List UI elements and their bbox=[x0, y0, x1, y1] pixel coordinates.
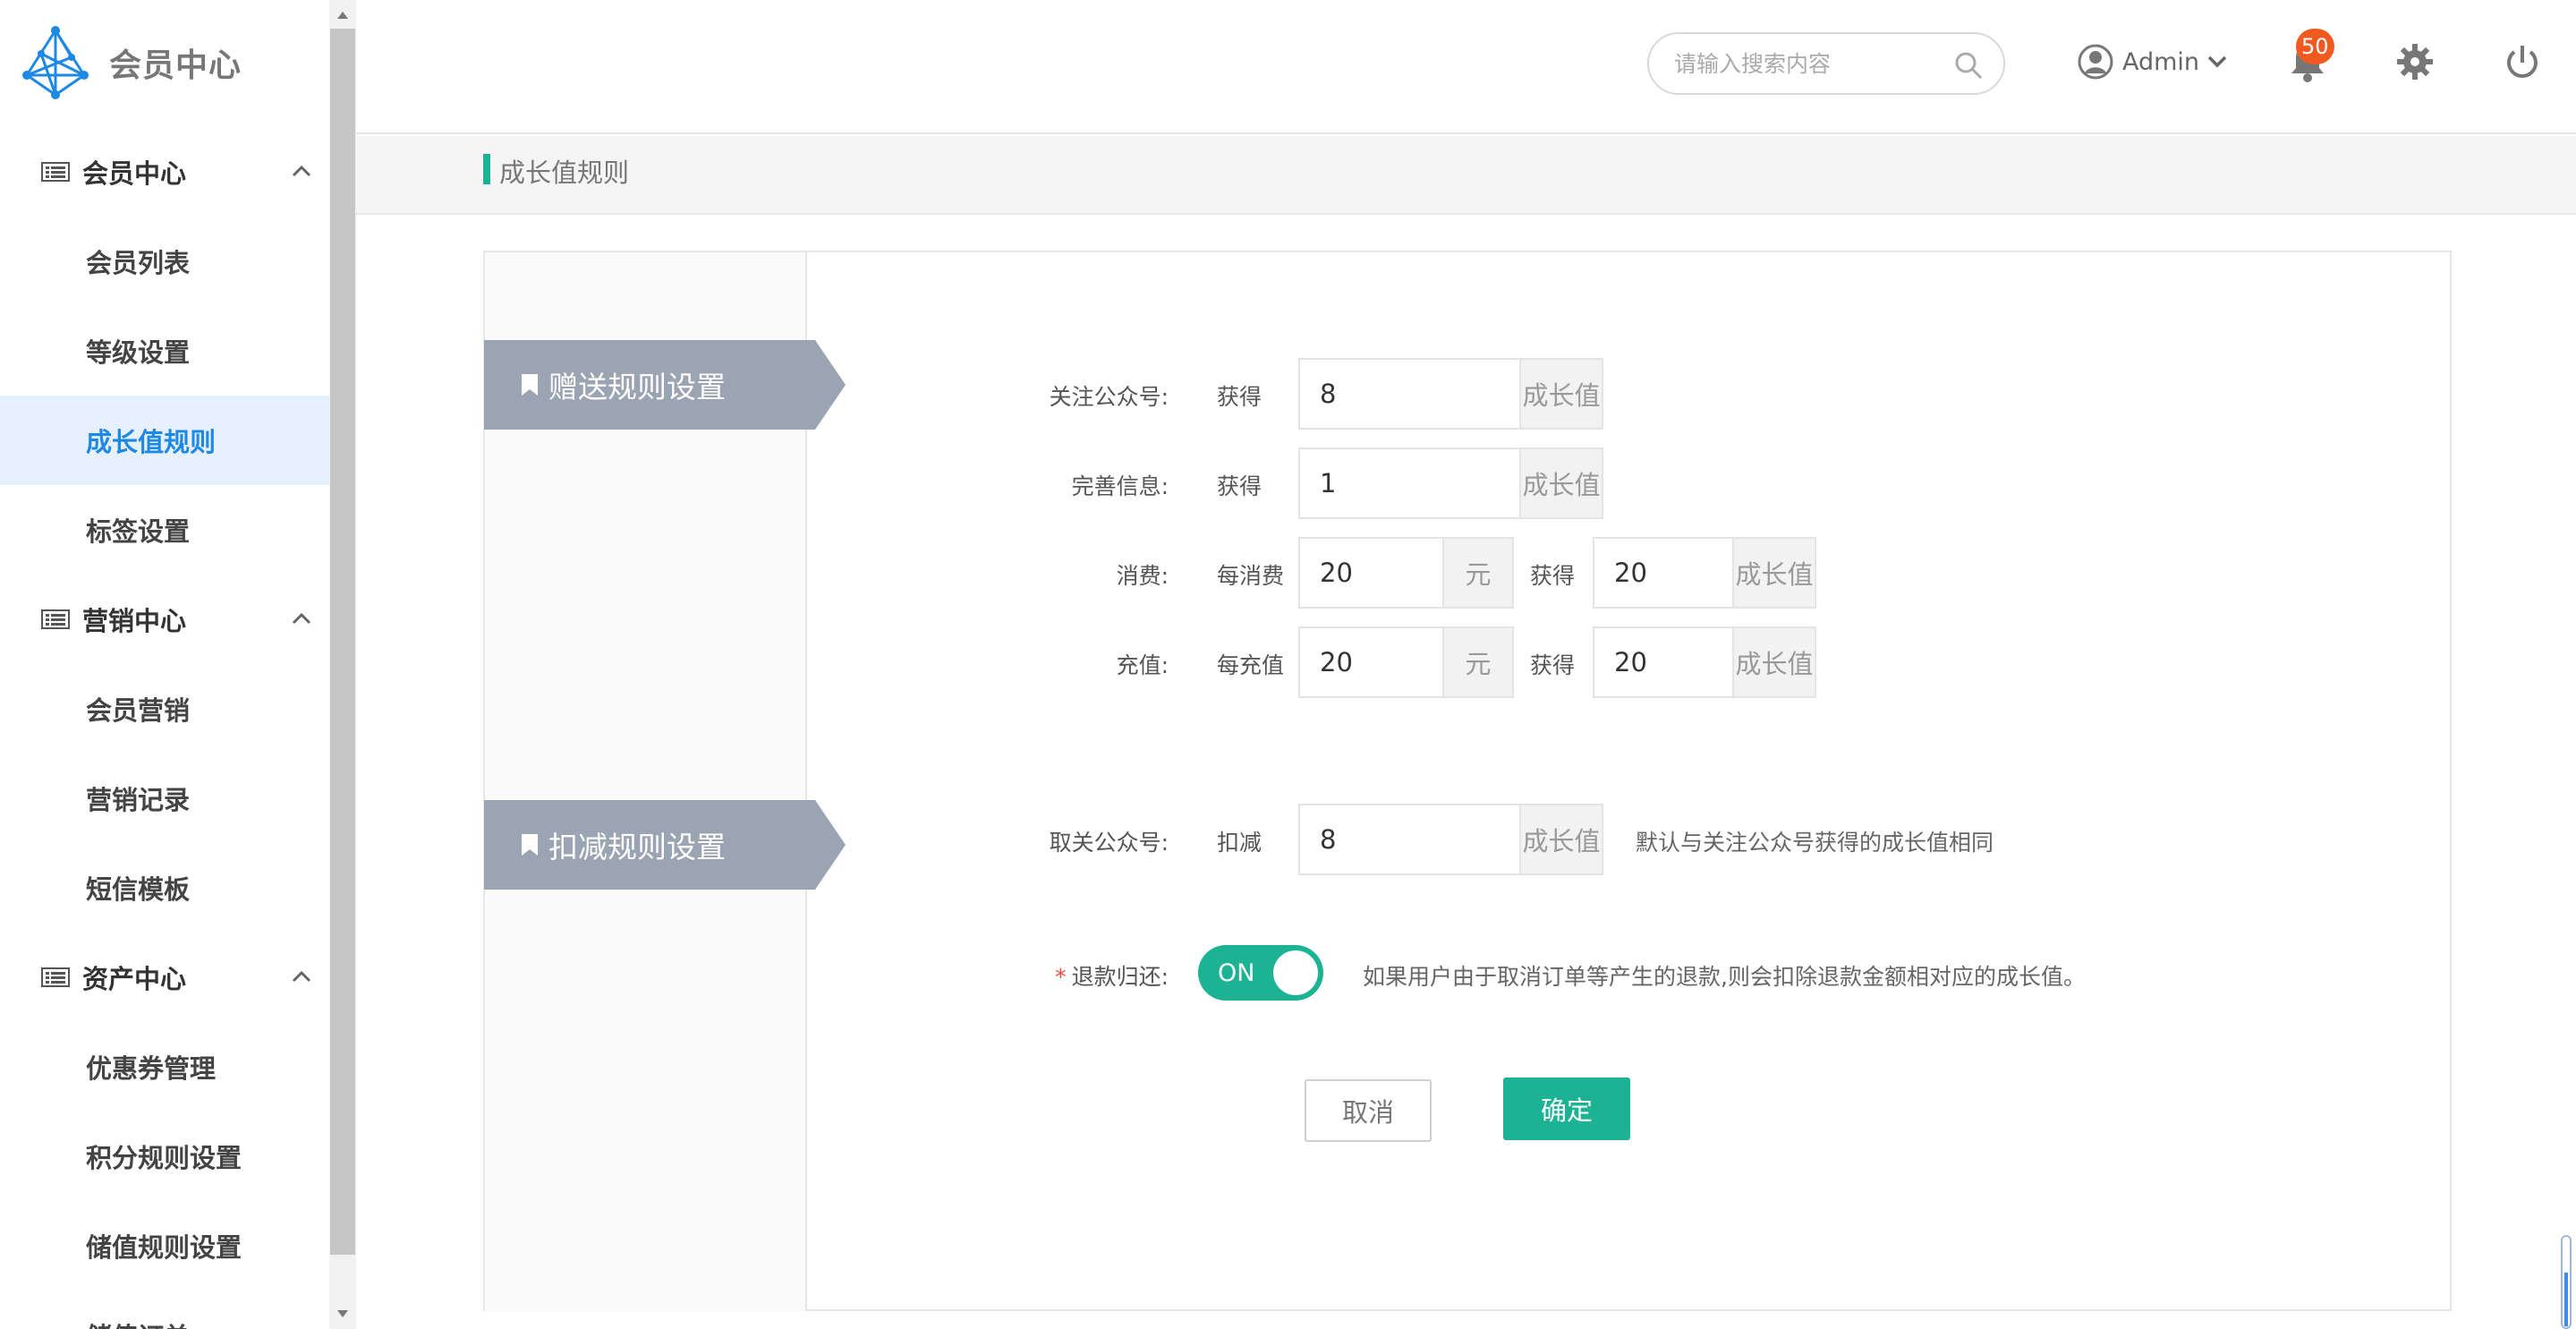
sidebar: 会员中心 会员中心 会员列表 等级设置 成长值规则 标签设置 营销中心 会员营销… bbox=[0, 0, 329, 1329]
recharge-amount-input[interactable]: 20 元 bbox=[1298, 626, 1514, 698]
notification-badge: 50 bbox=[2296, 29, 2334, 64]
sidebar-item-sms-templates[interactable]: 短信模板 bbox=[0, 843, 329, 933]
input-suffix: 成长值 bbox=[1519, 360, 1602, 428]
toggle-knob bbox=[1273, 950, 1318, 995]
cancel-button[interactable]: 取消 bbox=[1305, 1079, 1432, 1142]
sidebar-item-stored-value-rules[interactable]: 储值规则设置 bbox=[0, 1201, 329, 1291]
power-icon[interactable] bbox=[2504, 43, 2541, 81]
bookmark-icon bbox=[522, 834, 538, 856]
recharge-prefix: 每充值 bbox=[1217, 652, 1285, 678]
profile-growth-input[interactable]: 1 成长值 bbox=[1298, 447, 1603, 519]
sidebar-item-level-settings[interactable]: 等级设置 bbox=[0, 306, 329, 396]
input-value: 8 bbox=[1320, 379, 1337, 409]
profile-label: 完善信息: bbox=[1071, 473, 1169, 499]
sidebar-item-coupons[interactable]: 优惠券管理 bbox=[0, 1022, 329, 1112]
recharge-growth-input[interactable]: 20 成长值 bbox=[1593, 626, 1816, 698]
chevron-up-icon bbox=[292, 612, 311, 625]
sidebar-item-growth-rules[interactable]: 成长值规则 bbox=[0, 396, 329, 485]
input-value: 1 bbox=[1320, 468, 1337, 498]
input-value: 8 bbox=[1320, 824, 1337, 855]
section-title: 赠送规则设置 bbox=[548, 370, 726, 405]
user-name: Admin bbox=[2122, 47, 2200, 76]
sidebar-item-stored-value-orders[interactable]: 储值订单 bbox=[0, 1291, 329, 1329]
recharge-prefix2: 获得 bbox=[1530, 652, 1576, 678]
menu-group-label: 会员中心 bbox=[82, 158, 187, 189]
menu-group-assets[interactable]: 资产中心 bbox=[0, 933, 329, 1022]
unfollow-prefix: 扣减 bbox=[1217, 830, 1262, 856]
search-input[interactable] bbox=[1672, 41, 1941, 86]
brand-name: 会员中心 bbox=[109, 47, 242, 84]
input-value: 20 bbox=[1614, 647, 1647, 677]
search-box[interactable] bbox=[1647, 32, 2005, 95]
chevron-up-icon bbox=[292, 165, 311, 177]
unfollow-hint: 默认与关注公众号获得的成长值相同 bbox=[1636, 830, 1994, 856]
list-icon bbox=[41, 967, 70, 987]
profile-prefix: 获得 bbox=[1217, 473, 1262, 499]
brand-logo: 会员中心 bbox=[18, 25, 322, 100]
menu-group-member[interactable]: 会员中心 bbox=[0, 127, 329, 217]
sidebar-item-marketing-records[interactable]: 营销记录 bbox=[0, 754, 329, 843]
page-scrollbar[interactable] bbox=[2561, 1235, 2572, 1329]
search-icon[interactable] bbox=[1953, 50, 1984, 81]
input-value: 20 bbox=[1320, 647, 1353, 677]
menu-group-marketing[interactable]: 营销中心 bbox=[0, 575, 329, 664]
user-menu[interactable]: Admin bbox=[2078, 39, 2228, 84]
refund-label: 退款归还: bbox=[1071, 964, 1169, 990]
scroll-up-arrow-icon[interactable] bbox=[329, 2, 356, 29]
sidebar-scrollbar-thumb[interactable] bbox=[330, 29, 355, 1255]
consume-label: 消费: bbox=[1116, 563, 1169, 589]
sidebar-item-points-rules[interactable]: 积分规则设置 bbox=[0, 1112, 329, 1201]
sidebar-item-member-list[interactable]: 会员列表 bbox=[0, 217, 329, 306]
follow-prefix: 获得 bbox=[1217, 384, 1262, 410]
input-suffix: 成长值 bbox=[1732, 628, 1815, 696]
input-value: 20 bbox=[1614, 558, 1647, 588]
follow-label: 关注公众号: bbox=[1049, 384, 1169, 410]
network-logo-icon bbox=[22, 26, 89, 99]
menu-group-label: 资产中心 bbox=[82, 964, 187, 994]
input-suffix: 成长值 bbox=[1519, 805, 1602, 873]
recharge-label: 充值: bbox=[1116, 652, 1169, 678]
unfollow-label: 取关公众号: bbox=[1049, 830, 1169, 856]
input-value: 20 bbox=[1320, 558, 1353, 588]
page-scrollbar-thumb[interactable] bbox=[2564, 1273, 2568, 1326]
refund-hint: 如果用户由于取消订单等产生的退款,则会扣除退款金额相对应的成长值。 bbox=[1363, 964, 2086, 990]
sidebar-item-tag-settings[interactable]: 标签设置 bbox=[0, 485, 329, 575]
breadcrumb-accent-bar bbox=[483, 154, 490, 184]
input-suffix: 成长值 bbox=[1519, 449, 1602, 517]
list-icon bbox=[41, 162, 70, 182]
required-mark: * bbox=[1055, 964, 1067, 990]
sidebar-item-member-marketing[interactable]: 会员营销 bbox=[0, 664, 329, 754]
input-suffix: 成长值 bbox=[1732, 539, 1815, 607]
toggle-state: ON bbox=[1218, 958, 1255, 987]
chevron-down-icon bbox=[2207, 55, 2227, 68]
consume-growth-input[interactable]: 20 成长值 bbox=[1593, 537, 1816, 609]
consume-amount-input[interactable]: 20 元 bbox=[1298, 537, 1514, 609]
user-avatar-icon bbox=[2078, 44, 2113, 80]
input-suffix: 元 bbox=[1442, 628, 1512, 696]
input-suffix: 元 bbox=[1442, 539, 1512, 607]
bookmark-icon bbox=[522, 374, 538, 396]
consume-prefix: 每消费 bbox=[1217, 563, 1285, 589]
top-header bbox=[356, 0, 2576, 134]
refund-toggle[interactable]: ON bbox=[1198, 945, 1323, 1001]
consume-prefix2: 获得 bbox=[1530, 563, 1576, 589]
chevron-up-icon bbox=[292, 970, 311, 983]
unfollow-growth-input[interactable]: 8 成长值 bbox=[1298, 804, 1603, 875]
section-title: 扣减规则设置 bbox=[548, 830, 726, 865]
gear-icon[interactable] bbox=[2396, 43, 2434, 81]
menu-group-label: 营销中心 bbox=[82, 606, 187, 636]
sidebar-menu: 会员中心 会员列表 等级设置 成长值规则 标签设置 营销中心 会员营销 营销记录… bbox=[0, 127, 329, 1329]
list-icon bbox=[41, 609, 70, 629]
page-title: 成长值规则 bbox=[499, 158, 630, 188]
scroll-down-arrow-icon[interactable] bbox=[329, 1300, 356, 1327]
confirm-button[interactable]: 确定 bbox=[1503, 1078, 1630, 1140]
breadcrumb: 成长值规则 bbox=[356, 136, 2576, 215]
follow-growth-input[interactable]: 8 成长值 bbox=[1298, 358, 1603, 430]
refund-label-wrap: * 退款归还: bbox=[900, 959, 1169, 992]
